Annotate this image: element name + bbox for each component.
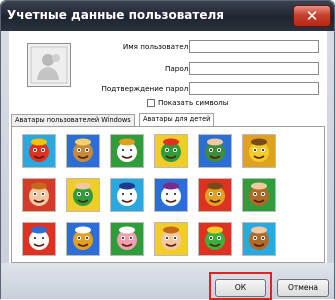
girl-face-icon bbox=[161, 226, 181, 250]
monkey-icon bbox=[249, 182, 269, 206]
girl-icon bbox=[29, 182, 49, 206]
tab-kids-avatars-label: Аватары для детей bbox=[143, 115, 211, 123]
snake-icon bbox=[205, 226, 225, 250]
cow-icon bbox=[161, 182, 181, 206]
avatar-flower[interactable] bbox=[22, 134, 56, 168]
sailor-icon bbox=[117, 182, 137, 206]
cat-sailor-icon bbox=[29, 226, 49, 250]
avatar-monkey[interactable] bbox=[242, 178, 276, 212]
avatar-grid-panel bbox=[11, 126, 325, 263]
user-avatar-icon bbox=[30, 46, 68, 84]
monkey-brown-icon bbox=[249, 226, 269, 250]
dog-icon bbox=[73, 138, 93, 162]
flower-icon bbox=[29, 138, 49, 162]
avatar-cat-gold[interactable] bbox=[242, 134, 276, 168]
close-button[interactable]: ✕ bbox=[293, 5, 331, 27]
avatar-pig[interactable] bbox=[110, 222, 144, 256]
dialog-content: Имя пользователя: Пароль: Подтверждение … bbox=[9, 31, 327, 263]
selected-avatar-preview bbox=[27, 43, 71, 87]
user-credentials-dialog: Учетные данные пользователя ✕ Имя пользо… bbox=[0, 0, 335, 300]
soldier-icon bbox=[205, 138, 225, 162]
show-characters-label: Показать символы bbox=[158, 98, 229, 107]
avatar-snake[interactable] bbox=[198, 222, 232, 256]
avatar-dog[interactable] bbox=[66, 134, 100, 168]
avatar-cow[interactable] bbox=[154, 178, 188, 212]
avatar-gnome[interactable] bbox=[66, 178, 100, 212]
lion-icon bbox=[205, 182, 225, 206]
pig-icon bbox=[117, 226, 137, 250]
avatar-monkey-brown[interactable] bbox=[242, 222, 276, 256]
tab-kids-avatars[interactable]: Аватары для детей bbox=[139, 113, 215, 127]
window-title: Учетные данные пользователя bbox=[7, 8, 224, 22]
show-characters-checkbox[interactable] bbox=[147, 99, 155, 107]
tab-windows-avatars-label: Аватары пользователей Windows bbox=[15, 116, 131, 124]
cat-gold-icon bbox=[249, 138, 269, 162]
avatar-lion[interactable] bbox=[198, 178, 232, 212]
confirm-password-field[interactable] bbox=[189, 82, 319, 95]
cancel-button[interactable]: Отмена bbox=[277, 279, 329, 297]
username-label: Имя пользователя: bbox=[122, 42, 195, 51]
confirm-password-label: Подтверждение пароля: bbox=[101, 84, 195, 93]
bird-icon bbox=[73, 226, 93, 250]
avatar-cat-sailor[interactable] bbox=[22, 222, 56, 256]
username-field[interactable] bbox=[189, 40, 319, 53]
close-x-icon: ✕ bbox=[305, 7, 319, 25]
caterpillar-icon bbox=[161, 138, 181, 162]
tab-windows-avatars[interactable]: Аватары пользователей Windows bbox=[11, 114, 135, 126]
avatar-girl-face[interactable] bbox=[154, 222, 188, 256]
avatar-girl[interactable] bbox=[22, 178, 56, 212]
avatar-bird[interactable] bbox=[66, 222, 100, 256]
avatar-soldier[interactable] bbox=[198, 134, 232, 168]
avatar-caterpillar[interactable] bbox=[154, 134, 188, 168]
avatar-stork[interactable] bbox=[110, 134, 144, 168]
password-field[interactable] bbox=[189, 62, 319, 75]
title-bar: Учетные данные пользователя ✕ bbox=[1, 1, 334, 31]
gnome-icon bbox=[73, 182, 93, 206]
ok-highlight-frame bbox=[209, 272, 272, 300]
avatar-sailor[interactable] bbox=[110, 178, 144, 212]
stork-icon bbox=[117, 138, 137, 162]
